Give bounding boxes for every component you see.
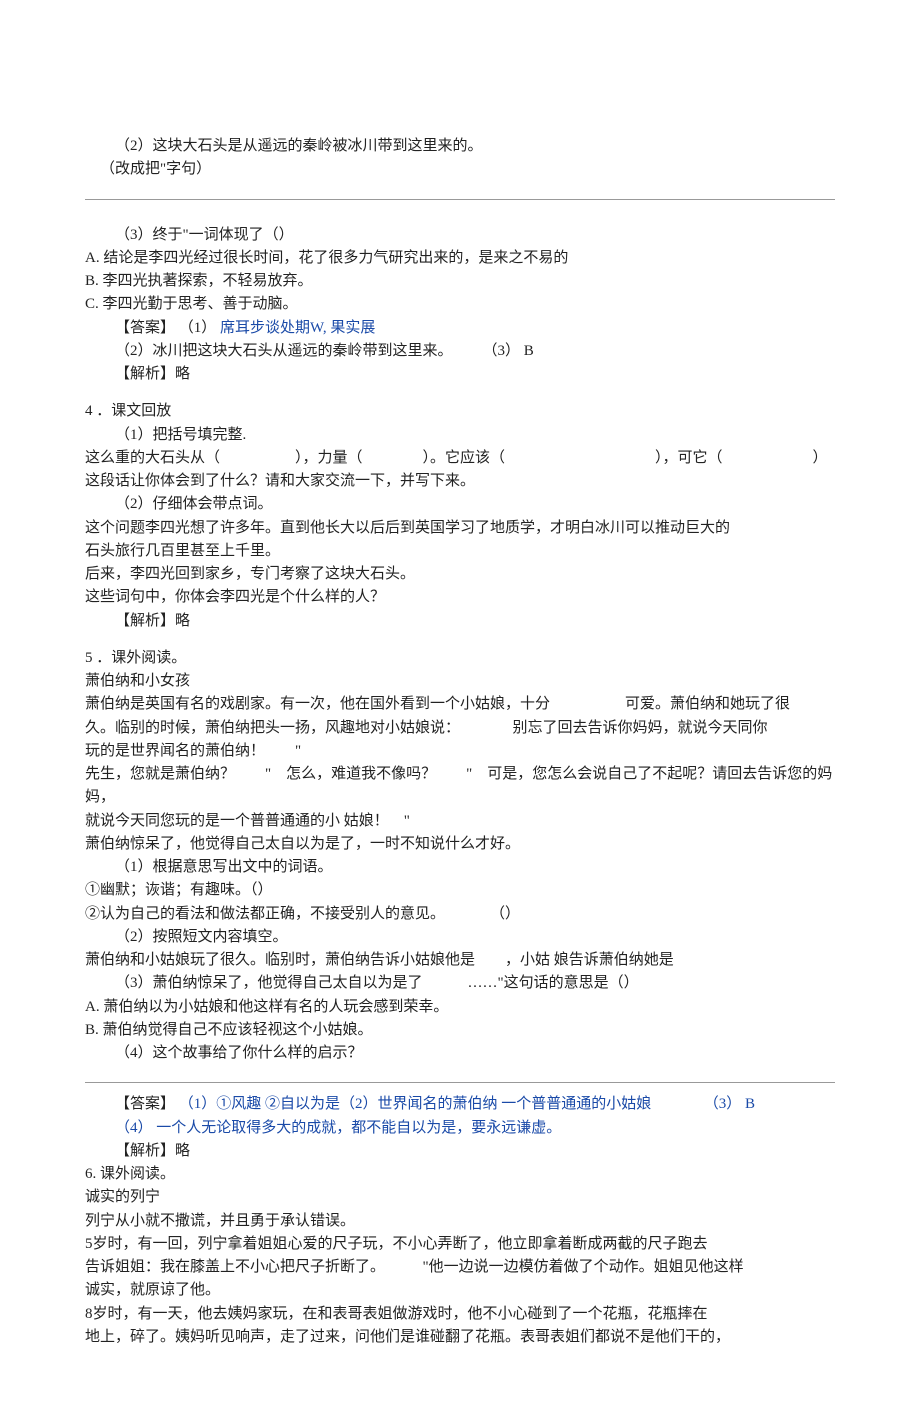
q6-h: 诚实的列宁 (85, 1186, 835, 1209)
q4-line1a: 这么重的大石头从（ ），力量（ ）。它应该（ ），可它（ ） (85, 447, 835, 470)
q5-q3a: A. 萧伯纳以为小姑娘和他这样有名的人玩会感到荣幸。 (85, 996, 835, 1019)
q5-q1: （1）根据意思写出文中的词语。 (85, 856, 835, 879)
q5-h: 萧伯纳和小女孩 (85, 670, 835, 693)
q6-p3b: 地上，碎了。姨妈听见响声，走了过来，问他们是谁碰翻了花瓶。表哥表姐们都说不是他们… (85, 1326, 835, 1349)
answer-label: 【答案】 (115, 1096, 175, 1112)
q2-block: （2）这块大石头是从遥远的秦岭被冰川带到这里来的。 （改成把"字句） (85, 135, 835, 200)
q6-p2b: 告诉姐姐：我在膝盖上不小心把尺子折断了。 "他一边说一边模仿着做了个动作。姐姐见… (85, 1256, 835, 1279)
q3-prompt: （3）终于"一词体现了（） (85, 224, 835, 247)
q2-instruction: （改成把"字句） (85, 158, 835, 181)
answer-line (85, 1067, 835, 1083)
q5-block: 5 ．课外阅读。 萧伯纳和小女孩 萧伯纳是英国有名的戏剧家。有一次，他在国外看到… (85, 647, 835, 1163)
spacer (85, 386, 835, 400)
q4-jiexi: 【解析】略 (85, 610, 835, 633)
q5-p1a: 萧伯纳是英国有名的戏剧家。有一次，他在国外看到一个小姑娘，十分 可爱。萧伯纳和她… (85, 693, 835, 716)
q4-text3: 后来，李四光回到家乡，专门考察了这块大石头。 (85, 563, 835, 586)
q3-answer: 【答案】 （1） 席耳步谈处期W, 果实展 (85, 317, 835, 340)
q4-p2: （2）仔细体会带点词。 (85, 493, 835, 516)
q3-optC: C. 李四光勤于思考、善于动脑。 (85, 293, 835, 316)
q5-p1b: 久。临别的时候，萧伯纳把头一扬，风趣地对小姑娘说： 别忘了回去告诉你妈妈，就说今… (85, 717, 835, 740)
q5-q2: （2）按照短文内容填空。 (85, 926, 835, 949)
q5-jiexi: 【解析】略 (85, 1140, 835, 1163)
q5-p1c: 玩的是世界闻名的萧伯纳！ " (85, 740, 835, 763)
q5-q3b: B. 萧伯纳觉得自己不应该轻视这个小姑娘。 (85, 1019, 835, 1042)
q5-p2a: 先生，您就是萧伯纳？ " 怎么，难道我不像吗？ " 可是，您怎么会说自己了不起呢… (85, 763, 835, 810)
q4-block: 4 ．课文回放 （1）把括号填完整. 这么重的大石头从（ ），力量（ ）。它应该… (85, 400, 835, 633)
q3-block: （3）终于"一词体现了（） A. 结论是李四光经过很长时间，花了很多力气研究出来… (85, 224, 835, 387)
q4-title: 4 ．课文回放 (85, 400, 835, 423)
answer-label: 【答案】 (115, 320, 175, 336)
q4-line2: 这段话让你体会到了什么？请和大家交流一下，并写下来。 (85, 470, 835, 493)
page: （2）这块大石头是从遥远的秦岭被冰川带到这里来的。 （改成把"字句） （3）终于… (0, 0, 920, 1409)
q5-p2b: 就说今天同您玩的是一个普普通通的小 姑娘！ " (85, 810, 835, 833)
q5-p3: 萧伯纳惊呆了，他觉得自己太自以为是了，一时不知说什么才好。 (85, 833, 835, 856)
q4-text2: 石头旅行几百里甚至上千里。 (85, 540, 835, 563)
q3-optB: B. 李四光执著探索，不轻易放弃。 (85, 270, 835, 293)
q3-jiexi: 【解析】略 (85, 363, 835, 386)
q5-answer-2: （4） 一个人无论取得多大的成就，都不能自以为是，要永远谦虚。 (85, 1117, 835, 1140)
q6-p3a: 8岁时，有一天，他去姨妈家玩，在和表哥表姐做游戏时，他不小心碰到了一个花瓶，花瓶… (85, 1303, 835, 1326)
q2-prompt: （2）这块大石头是从遥远的秦岭被冰川带到这里来的。 (85, 135, 835, 158)
q5-answer: 【答案】 （1）①风趣 ②自以为是（2）世界闻名的萧伯纳 一个普普通通的小姑娘 … (85, 1093, 835, 1116)
q6-p1: 列宁从小就不撒谎，并且勇于承认错误。 (85, 1210, 835, 1233)
spacer (85, 210, 835, 224)
q6-p2c: 诚实，就原谅了他。 (85, 1279, 835, 1302)
q4-text1: 这个问题李四光想了许多年。直到他长大以后后到英国学习了地质学，才明白冰川可以推动… (85, 517, 835, 540)
answer-1-blue: 席耳步谈处期W, 果实展 (220, 320, 375, 336)
answer-1-pre: （1） (179, 320, 217, 336)
q5-title: 5 ．课外阅读。 (85, 647, 835, 670)
q4-p1: （1）把括号填完整. (85, 424, 835, 447)
answer-line (85, 184, 835, 200)
q6-block: 6. 课外阅读。 诚实的列宁 列宁从小就不撒谎，并且勇于承认错误。 5岁时，有一… (85, 1163, 835, 1349)
q6-p2a: 5岁时，有一回，列宁拿着姐姐心爱的尺子玩，不小心弄断了，他立即拿着断成两截的尺子… (85, 1233, 835, 1256)
q5-q1b: ②认为自己的看法和做法都正确，不接受别人的意见。 （） (85, 903, 835, 926)
q3-answer-2: （2）冰川把这块大石头从遥远的秦岭带到这里来。 （3） B (85, 340, 835, 363)
q5-q3: （3）萧伯纳惊呆了，他觉得自己太自以为是了 ……"这句话的意思是（） (85, 972, 835, 995)
spacer (85, 633, 835, 647)
q5-q2a: 萧伯纳和小姑娘玩了很久。临别时，萧伯纳告诉小姑娘他是 ，小姑 娘告诉萧伯纳她是 (85, 949, 835, 972)
q3-optA: A. 结论是李四光经过很长时间，花了很多力气研究出来的，是来之不易的 (85, 247, 835, 270)
q4-text4: 这些词句中，你体会李四光是个什么样的人？ (85, 586, 835, 609)
q6-title: 6. 课外阅读。 (85, 1163, 835, 1186)
q5-q4: （4）这个故事给了你什么样的启示？ (85, 1042, 835, 1065)
answer-blue: （1）①风趣 ②自以为是（2）世界闻名的萧伯纳 一个普普通通的小姑娘 （3） B (179, 1096, 755, 1112)
q5-q1a: ①幽默；诙谐；有趣味。（） (85, 879, 835, 902)
